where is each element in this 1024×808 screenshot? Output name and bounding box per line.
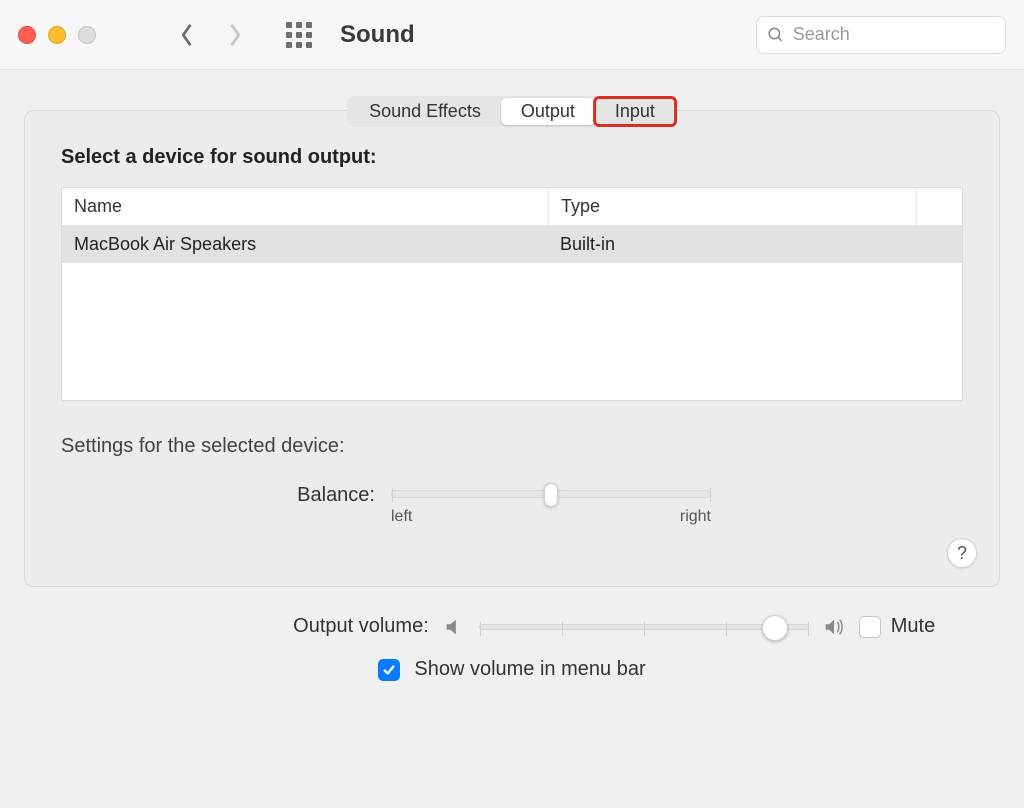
- sound-panel: Sound Effects Output Input Select a devi…: [24, 110, 1000, 587]
- output-volume-label: Output volume:: [293, 615, 429, 637]
- select-device-heading: Select a device for sound output:: [61, 146, 963, 169]
- table-header: Name Type: [62, 188, 962, 226]
- forward-button[interactable]: [224, 24, 246, 46]
- balance-row: Balance: left right: [61, 484, 963, 526]
- column-header-name[interactable]: Name: [62, 188, 548, 225]
- column-header-spacer: [916, 188, 962, 225]
- speaker-low-icon: [443, 616, 465, 638]
- balance-label: Balance:: [61, 484, 391, 507]
- search-wrap: [756, 16, 1006, 54]
- mute-label: Mute: [891, 615, 935, 638]
- menubar-row: Show volume in menu bar: [0, 658, 1024, 681]
- table-row[interactable]: MacBook Air Speakers Built-in: [62, 226, 962, 263]
- back-button[interactable]: [176, 24, 198, 46]
- mute-checkbox[interactable]: [859, 616, 881, 638]
- device-table: Name Type MacBook Air Speakers Built-in: [61, 187, 963, 401]
- nav-arrows: [176, 24, 246, 46]
- zoom-window-button[interactable]: [78, 26, 96, 44]
- settings-heading: Settings for the selected device:: [61, 435, 963, 458]
- balance-left-label: left: [391, 508, 412, 526]
- balance-right-label: right: [680, 508, 711, 526]
- minimize-window-button[interactable]: [48, 26, 66, 44]
- search-field[interactable]: [756, 16, 1006, 54]
- footer: Output volume: Mute Show volume in menu …: [0, 615, 1024, 681]
- volume-thumb[interactable]: [762, 615, 788, 641]
- device-type: Built-in: [548, 226, 962, 263]
- output-volume-row: Output volume: Mute: [0, 615, 1024, 638]
- device-name: MacBook Air Speakers: [62, 226, 548, 263]
- column-header-type[interactable]: Type: [548, 188, 916, 225]
- balance-slider[interactable]: [391, 490, 711, 498]
- tab-input[interactable]: Input: [595, 98, 675, 125]
- speaker-high-icon: [823, 616, 845, 638]
- output-volume-slider[interactable]: [479, 624, 809, 630]
- balance-slider-wrap: left right: [391, 484, 711, 526]
- show-all-prefs-button[interactable]: [286, 22, 312, 48]
- search-icon: [767, 25, 785, 45]
- tab-output[interactable]: Output: [501, 98, 595, 125]
- window-title: Sound: [340, 21, 415, 49]
- search-input[interactable]: [793, 24, 995, 45]
- balance-thumb[interactable]: [544, 483, 558, 507]
- window-controls: [18, 26, 96, 44]
- close-window-button[interactable]: [18, 26, 36, 44]
- show-in-menubar-checkbox[interactable]: [378, 659, 400, 681]
- toolbar: Sound: [0, 0, 1024, 70]
- mute-group: Mute: [859, 615, 935, 638]
- show-in-menubar-label: Show volume in menu bar: [414, 658, 645, 681]
- help-button[interactable]: ?: [947, 538, 977, 568]
- tabs: Sound Effects Output Input: [347, 96, 677, 127]
- tab-sound-effects[interactable]: Sound Effects: [349, 98, 501, 125]
